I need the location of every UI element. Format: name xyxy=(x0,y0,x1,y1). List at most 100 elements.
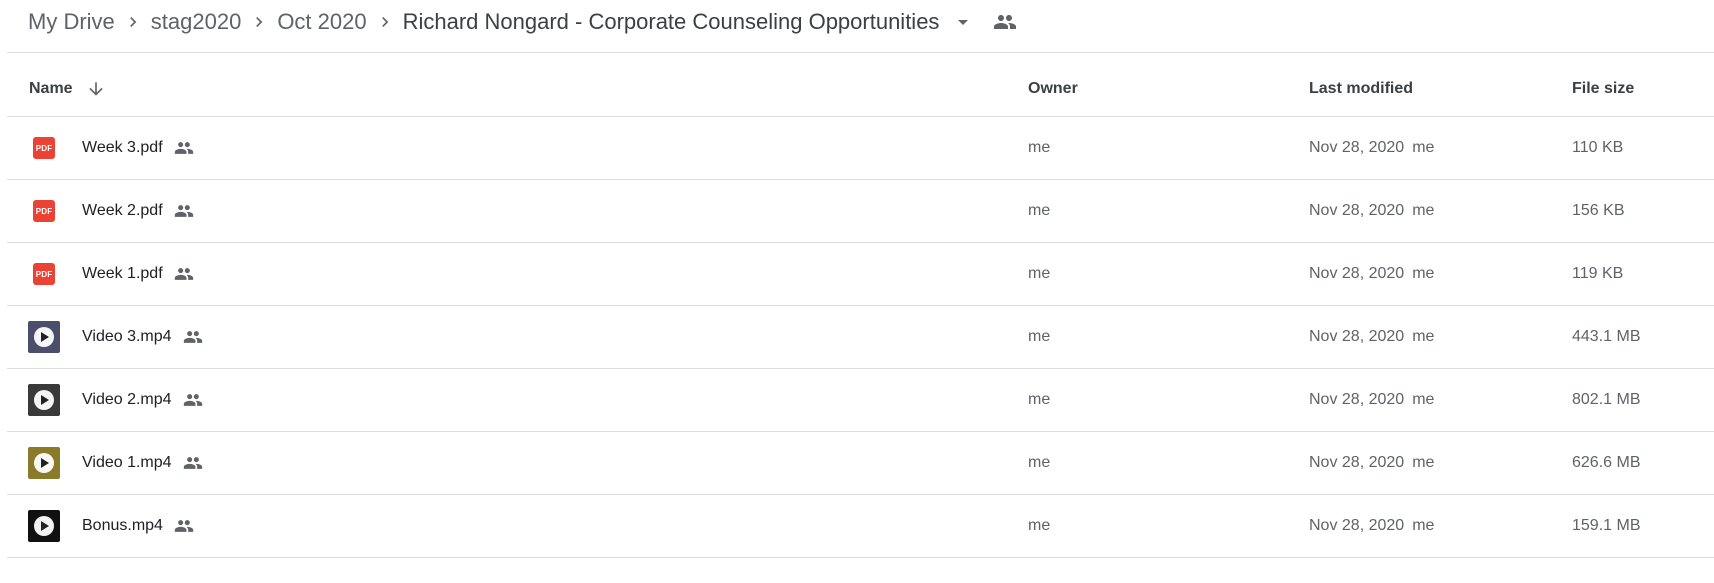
people-icon xyxy=(182,452,204,474)
file-size: 156 KB xyxy=(1572,202,1625,219)
column-header-name[interactable]: Name xyxy=(29,62,107,116)
modified-date: Nov 28, 2020 xyxy=(1309,454,1405,471)
arrow-down-icon[interactable] xyxy=(85,78,107,100)
table-row[interactable]: PDF Week 3.pdf me Nov 28, 2020 me 110 KB xyxy=(7,117,1714,180)
column-header-name-label: Name xyxy=(29,80,73,97)
file-owner: me xyxy=(1028,265,1051,282)
file-name-cell[interactable]: Video 3.mp4 xyxy=(82,306,204,368)
file-type-icon-cell: PDF xyxy=(28,117,60,179)
file-last-modified: Nov 28, 2020 me xyxy=(1309,432,1434,494)
file-name: Bonus.mp4 xyxy=(82,517,163,534)
modified-by: me xyxy=(1412,202,1435,219)
file-type-icon-cell: PDF xyxy=(28,243,60,305)
modified-date: Nov 28, 2020 xyxy=(1309,202,1405,219)
breadcrumb-divider xyxy=(7,52,1714,53)
file-name-cell[interactable]: Week 2.pdf xyxy=(82,180,195,242)
people-icon xyxy=(173,137,195,159)
file-list: Name Owner Last modified File size PDF W… xyxy=(7,62,1714,558)
people-icon xyxy=(182,389,204,411)
modified-by: me xyxy=(1412,391,1435,408)
modified-by: me xyxy=(1412,454,1435,471)
file-owner: me xyxy=(1028,391,1051,408)
file-name: Video 3.mp4 xyxy=(82,328,172,345)
file-size: 443.1 MB xyxy=(1572,328,1641,345)
file-name-cell[interactable]: Week 1.pdf xyxy=(82,243,195,305)
table-row[interactable]: PDF Week 2.pdf me Nov 28, 2020 me 156 KB xyxy=(7,180,1714,243)
file-name: Video 2.mp4 xyxy=(82,391,172,408)
breadcrumb-current-folder[interactable]: Richard Nongard - Corporate Counseling O… xyxy=(403,9,940,35)
file-last-modified: Nov 28, 2020 me xyxy=(1309,369,1434,431)
play-icon xyxy=(34,516,54,536)
arrow-drop-down-icon[interactable] xyxy=(951,10,975,34)
people-icon xyxy=(173,515,195,537)
people-icon xyxy=(173,263,195,285)
breadcrumb: My Drive stag2020 Oct 2020 Richard Nonga… xyxy=(0,0,1714,53)
modified-date: Nov 28, 2020 xyxy=(1309,328,1405,345)
chevron-right-icon xyxy=(367,8,403,36)
file-owner: me xyxy=(1028,139,1051,156)
file-owner: me xyxy=(1028,454,1051,471)
file-type-icon-cell xyxy=(28,306,60,368)
modified-date: Nov 28, 2020 xyxy=(1309,139,1405,156)
table-row[interactable]: PDF Week 1.pdf me Nov 28, 2020 me 119 KB xyxy=(7,243,1714,306)
file-name-cell[interactable]: Video 1.mp4 xyxy=(82,432,204,494)
file-size: 626.6 MB xyxy=(1572,454,1641,471)
file-name: Video 1.mp4 xyxy=(82,454,172,471)
pdf-file-icon: PDF xyxy=(33,200,55,222)
breadcrumb-item-oct-2020[interactable]: Oct 2020 xyxy=(277,9,366,35)
modified-by: me xyxy=(1412,139,1435,156)
play-icon xyxy=(34,453,54,473)
file-type-icon-cell xyxy=(28,369,60,431)
breadcrumb-item-my-drive[interactable]: My Drive xyxy=(28,9,115,35)
video-thumbnail-icon xyxy=(28,321,60,353)
file-last-modified: Nov 28, 2020 me xyxy=(1309,117,1434,179)
file-name: Week 1.pdf xyxy=(82,265,163,282)
column-header-owner[interactable]: Owner xyxy=(1028,62,1078,116)
column-header-last-modified[interactable]: Last modified xyxy=(1309,62,1413,116)
file-name-cell[interactable]: Video 2.mp4 xyxy=(82,369,204,431)
play-icon xyxy=(34,327,54,347)
file-owner: me xyxy=(1028,517,1051,534)
file-owner: me xyxy=(1028,328,1051,345)
file-last-modified: Nov 28, 2020 me xyxy=(1309,495,1434,557)
file-size: 110 KB xyxy=(1572,139,1624,156)
chevron-right-icon xyxy=(115,8,151,36)
video-thumbnail-icon xyxy=(28,510,60,542)
modified-date: Nov 28, 2020 xyxy=(1309,265,1405,282)
chevron-right-icon xyxy=(241,8,277,36)
video-thumbnail-icon xyxy=(28,447,60,479)
pdf-file-icon: PDF xyxy=(33,137,55,159)
video-thumbnail-icon xyxy=(28,384,60,416)
modified-by: me xyxy=(1412,265,1435,282)
file-type-icon-cell xyxy=(28,495,60,557)
file-owner: me xyxy=(1028,202,1051,219)
file-size: 119 KB xyxy=(1572,265,1624,282)
modified-date: Nov 28, 2020 xyxy=(1309,517,1405,534)
table-row[interactable]: Video 2.mp4 me Nov 28, 2020 me 802.1 MB xyxy=(7,369,1714,432)
file-name: Week 3.pdf xyxy=(82,139,163,156)
file-last-modified: Nov 28, 2020 me xyxy=(1309,243,1434,305)
file-last-modified: Nov 28, 2020 me xyxy=(1309,180,1434,242)
people-icon xyxy=(173,200,195,222)
file-type-icon-cell xyxy=(28,432,60,494)
breadcrumb-items: My Drive stag2020 Oct 2020 Richard Nonga… xyxy=(28,8,1019,36)
file-last-modified: Nov 28, 2020 me xyxy=(1309,306,1434,368)
file-list-header: Name Owner Last modified File size xyxy=(7,62,1714,117)
file-type-icon-cell: PDF xyxy=(28,180,60,242)
column-header-file-size[interactable]: File size xyxy=(1572,62,1634,116)
table-row[interactable]: Bonus.mp4 me Nov 28, 2020 me 159.1 MB xyxy=(7,495,1714,558)
file-list-rows: PDF Week 3.pdf me Nov 28, 2020 me 110 KB… xyxy=(7,117,1714,558)
file-size: 159.1 MB xyxy=(1572,517,1641,534)
file-size: 802.1 MB xyxy=(1572,391,1641,408)
pdf-file-icon: PDF xyxy=(33,263,55,285)
play-icon xyxy=(34,390,54,410)
modified-by: me xyxy=(1412,517,1435,534)
file-name-cell[interactable]: Week 3.pdf xyxy=(82,117,195,179)
people-icon xyxy=(182,326,204,348)
table-row[interactable]: Video 3.mp4 me Nov 28, 2020 me 443.1 MB xyxy=(7,306,1714,369)
file-name-cell[interactable]: Bonus.mp4 xyxy=(82,495,195,557)
table-row[interactable]: Video 1.mp4 me Nov 28, 2020 me 626.6 MB xyxy=(7,432,1714,495)
breadcrumb-item-stag2020[interactable]: stag2020 xyxy=(151,9,242,35)
people-icon[interactable] xyxy=(991,8,1019,36)
modified-by: me xyxy=(1412,328,1435,345)
